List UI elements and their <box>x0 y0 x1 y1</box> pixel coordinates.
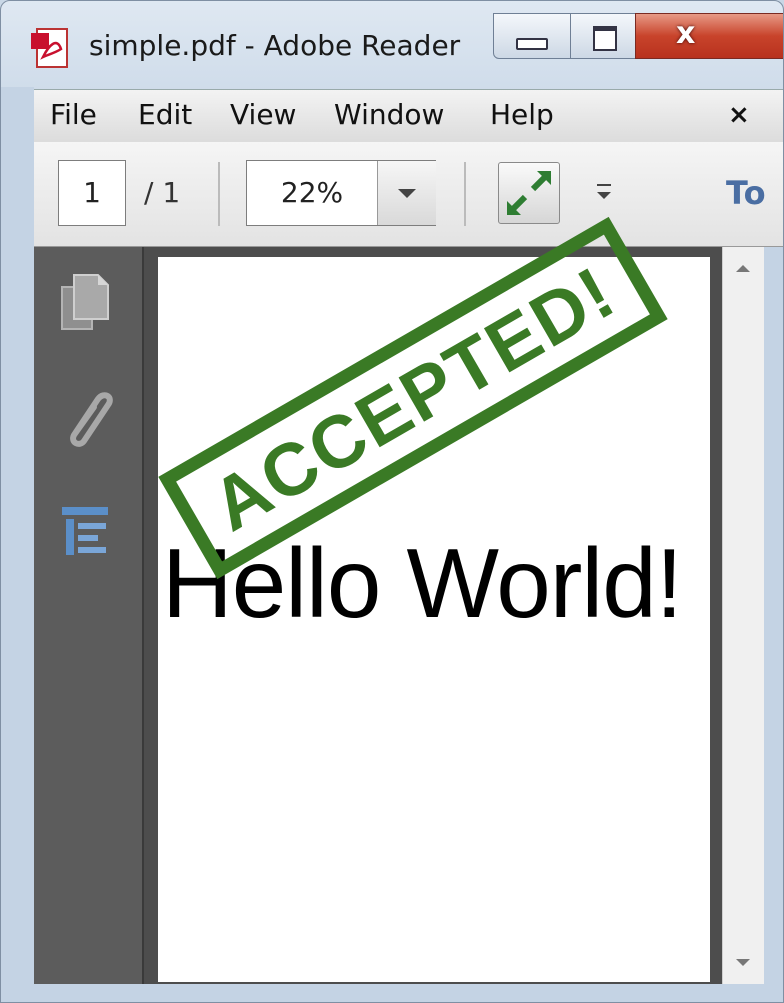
window-frame-bottom <box>1 984 783 1002</box>
menu-file[interactable]: File <box>50 98 97 131</box>
tools-button-label[interactable]: To <box>726 174 766 212</box>
title-bar[interactable]: simple.pdf - Adobe Reader x <box>1 1 783 87</box>
menu-window[interactable]: Window <box>334 98 444 131</box>
vertical-scrollbar[interactable] <box>722 247 765 984</box>
navigation-panel <box>34 247 144 984</box>
menu-help[interactable]: Help <box>490 98 554 131</box>
window-frame-left <box>1 87 34 1002</box>
maximize-button[interactable] <box>570 13 636 59</box>
more-tools-icon[interactable] <box>594 182 614 206</box>
zoom-select[interactable]: 22% <box>246 160 436 226</box>
caption-buttons: x <box>493 13 783 59</box>
zoom-dropdown-button[interactable] <box>377 161 436 225</box>
minimize-button[interactable] <box>493 13 571 59</box>
menu-edit[interactable]: Edit <box>138 98 192 131</box>
chevron-down-icon <box>398 189 416 198</box>
window-title: simple.pdf - Adobe Reader <box>89 29 461 62</box>
window-frame-right <box>764 247 783 1002</box>
maximize-icon <box>593 26 617 51</box>
close-icon: x <box>676 16 696 51</box>
page-total-label: / 1 <box>144 176 181 209</box>
page-number-input[interactable]: 1 <box>58 160 126 226</box>
menu-view[interactable]: View <box>230 98 296 131</box>
app-window: simple.pdf - Adobe Reader x File Edit Vi… <box>0 0 784 1003</box>
adobe-reader-icon <box>31 28 68 68</box>
close-document-icon[interactable]: × <box>728 100 750 130</box>
bookmarks-icon[interactable] <box>56 497 120 567</box>
fit-page-icon <box>506 170 552 216</box>
toolbar-separator <box>218 162 220 226</box>
pages-icon[interactable] <box>56 269 120 339</box>
fit-page-button[interactable] <box>498 162 560 224</box>
toolbar: 1 / 1 22% To <box>34 142 783 247</box>
close-button[interactable]: x <box>635 13 783 59</box>
minimize-icon <box>516 38 548 50</box>
attachments-icon[interactable] <box>56 385 120 455</box>
scroll-down-icon[interactable] <box>736 959 750 966</box>
zoom-value[interactable]: 22% <box>247 161 377 225</box>
menu-bar: File Edit View Window Help × <box>34 89 783 143</box>
toolbar-separator <box>464 162 466 226</box>
scroll-up-icon[interactable] <box>736 265 750 272</box>
